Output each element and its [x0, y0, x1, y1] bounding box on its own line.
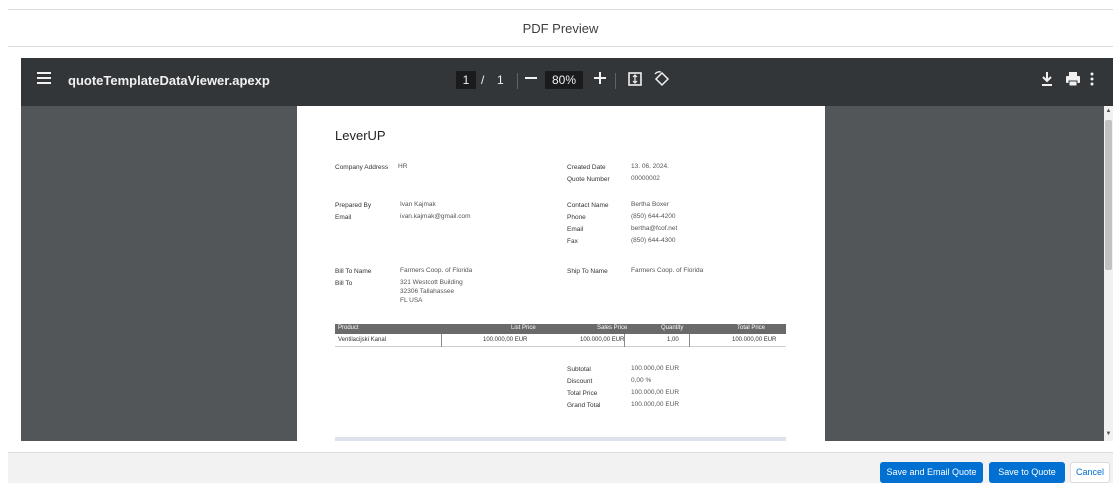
discount-label: Discount — [567, 378, 593, 385]
table-header: Product List Price Sales Price Quantity … — [335, 324, 786, 334]
contact-name-value: Bertha Boxer — [631, 201, 669, 208]
zoom-input[interactable]: 80% — [545, 71, 583, 89]
page-total: 1 — [497, 73, 504, 87]
toolbar-divider — [615, 73, 616, 89]
table-row: Ventilacijski Kanal 100.000,00 EUR 100.0… — [335, 334, 786, 347]
cell-list-price: 100.000,00 EUR — [483, 337, 528, 343]
grand-total-label: Grand Total — [567, 402, 601, 409]
total-price-value: 100.000,00 EUR — [631, 389, 680, 396]
fax-label: Fax — [567, 238, 578, 245]
contact-name-label: Contact Name — [567, 202, 609, 209]
zoom-out-icon[interactable] — [521, 68, 541, 90]
created-date-label: Created Date — [567, 164, 606, 171]
created-date-value: 13. 06. 2024. — [631, 163, 669, 170]
pdf-page: LeverUP Company Address HR Created Date … — [297, 106, 825, 441]
page-number-input[interactable]: 1 — [456, 71, 476, 89]
bill-to-name-label: Bill To Name — [335, 268, 372, 275]
column-header-quantity: Quantity — [661, 325, 684, 331]
phone-label: Phone — [567, 214, 586, 221]
fit-page-icon[interactable] — [627, 71, 647, 91]
save-to-quote-button[interactable]: Save to Quote — [989, 462, 1065, 483]
modal-header: PDF Preview — [8, 9, 1113, 47]
column-header-list-price: List Price — [511, 325, 536, 331]
ship-to-name-value: Farmers Coop. of Florida — [631, 267, 704, 274]
print-icon[interactable] — [1065, 71, 1085, 91]
pdf-viewer: quoteTemplateDataViewer.apexp 1 / 1 80% — [21, 58, 1113, 441]
quote-number-value: 00000002 — [631, 175, 660, 182]
bill-to-line3: FL USA — [400, 297, 423, 304]
phone-value: (850) 644-4200 — [631, 213, 676, 220]
cell-sales-price: 100.000,00 EUR — [580, 337, 625, 343]
cell-quantity: 1,00 — [667, 337, 679, 343]
bill-to-name-value: Farmers Coop. of Florida — [400, 267, 473, 274]
prepared-by-value: Ivan Kajmak — [400, 201, 436, 208]
bill-to-line1: 321 Westcott Building — [400, 279, 463, 286]
bill-to-line2: 32306 Tallahassee — [400, 288, 455, 295]
company-address-value: HR — [398, 163, 408, 170]
cancel-button[interactable]: Cancel — [1070, 462, 1110, 483]
pdf-filename: quoteTemplateDataViewer.apexp — [68, 73, 270, 88]
download-icon[interactable] — [1040, 71, 1060, 91]
email-value: ivan.kajmak@gmail.com — [400, 213, 471, 220]
fax-value: (850) 644-4300 — [631, 237, 676, 244]
rotate-icon[interactable] — [653, 71, 673, 91]
zoom-in-icon[interactable] — [590, 68, 610, 90]
toolbar-divider — [517, 73, 518, 89]
menu-icon[interactable] — [37, 72, 51, 84]
subtotal-value: 100.000,00 EUR — [631, 365, 680, 372]
bill-to-label: Bill To — [335, 280, 353, 287]
scrollbar[interactable]: ▲ ▼ — [1104, 106, 1113, 441]
subtotal-label: Subtotal — [567, 366, 591, 373]
company-address-label: Company Address — [335, 164, 389, 171]
contact-email-label: Email — [567, 226, 584, 233]
scroll-up-icon[interactable]: ▲ — [1105, 108, 1112, 116]
grand-total-value: 100.000,00 EUR — [631, 401, 680, 408]
scrollbar-thumb[interactable] — [1105, 120, 1112, 270]
contact-email-value: bertha@fcof.net — [631, 225, 678, 232]
page-separator: / — [481, 73, 485, 87]
products-table: Product List Price Sales Price Quantity … — [335, 324, 786, 347]
prepared-by-label: Prepared By — [335, 202, 372, 209]
column-header-total-price: Total Price — [737, 325, 766, 331]
email-label: Email — [335, 214, 352, 221]
pdf-toolbar: quoteTemplateDataViewer.apexp 1 / 1 80% — [21, 58, 1113, 106]
scroll-down-icon[interactable]: ▼ — [1105, 431, 1112, 439]
modal-footer: Save and Email Quote Save to Quote Cance… — [8, 452, 1113, 483]
column-header-product: Product — [338, 325, 359, 331]
discount-value: 0,00 % — [631, 377, 652, 384]
more-options-icon[interactable] — [1089, 71, 1109, 91]
save-and-email-quote-button[interactable]: Save and Email Quote — [880, 462, 983, 483]
document-area: LeverUP Company Address HR Created Date … — [21, 106, 1113, 441]
quote-number-label: Quote Number — [567, 176, 610, 183]
modal-title: PDF Preview — [522, 21, 599, 36]
total-price-label: Total Price — [567, 390, 598, 397]
cell-total-price: 100.000,00 EUR — [732, 337, 777, 343]
column-header-sales-price: Sales Price — [597, 325, 628, 331]
ship-to-name-label: Ship To Name — [567, 268, 608, 275]
cell-product: Ventilacijski Kanal — [338, 337, 387, 343]
pdf-divider-bar — [335, 437, 786, 441]
company-name: LeverUP — [335, 128, 386, 143]
